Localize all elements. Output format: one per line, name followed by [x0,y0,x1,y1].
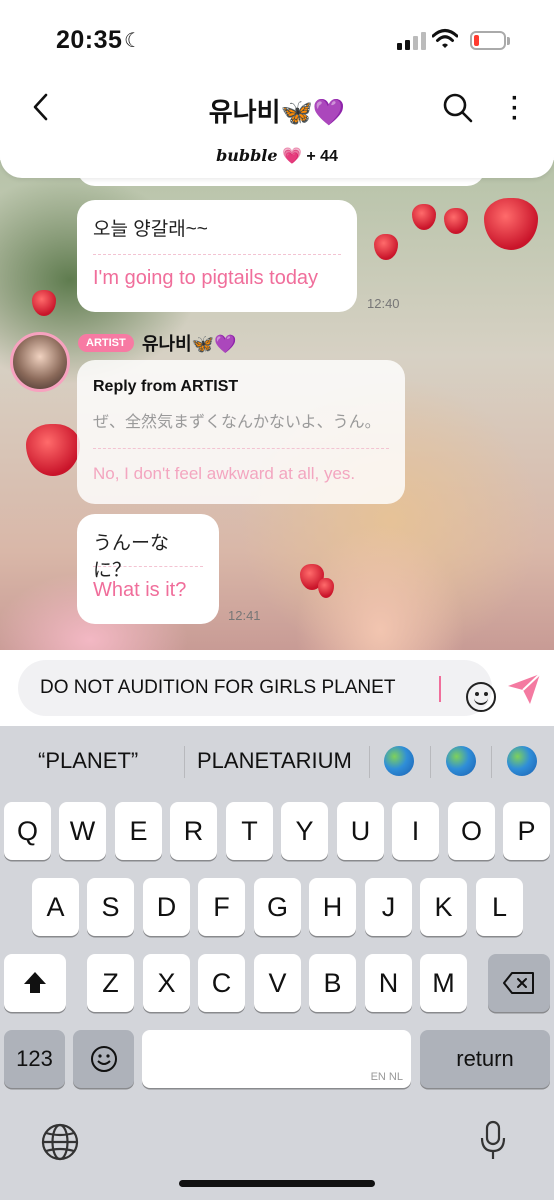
key[interactable]: M [420,954,467,1012]
key[interactable]: Y [281,802,328,860]
status-bar: 20:35 ☾ [0,0,554,82]
message-timestamp: 12:40 [367,296,400,311]
text-caret [439,676,441,702]
subscriber-count: + 44 [306,148,338,165]
shift-key[interactable] [4,954,66,1012]
space-language-hint: EN NL [370,1071,403,1083]
message-input-text[interactable]: DO NOT AUDITION FOR GIRLS PLANET [40,677,395,699]
key[interactable]: E [115,802,162,860]
backspace-icon [503,972,534,994]
cellular-signal-icon [397,32,426,50]
key[interactable]: F [198,878,245,936]
globe-emoji-suggestion[interactable] [446,746,476,776]
space-key[interactable]: EN NL [142,1030,411,1088]
key[interactable]: H [309,878,356,936]
numbers-key[interactable]: 123 [4,1030,65,1088]
key[interactable]: D [143,878,190,936]
search-icon[interactable] [442,92,474,124]
artist-avatar[interactable] [10,332,70,392]
strawberry-decoration [484,198,538,250]
reply-bubble[interactable]: Reply from ARTIST ぜ、全然気まずくなんかないよ、うん。 No,… [77,360,405,504]
key[interactable]: V [254,954,301,1012]
key[interactable]: W [59,802,106,860]
subscriber-info: bubble 💗 + 44 [0,146,554,166]
suggestion-item[interactable]: PLANETARIUM [197,748,352,774]
globe-emoji-suggestion[interactable] [507,746,537,776]
key[interactable]: J [365,878,412,936]
message-input[interactable]: DO NOT AUDITION FOR GIRLS PLANET [18,660,496,716]
heart-icon: 💗 [281,148,302,165]
more-vertical-icon[interactable]: · · · [505,87,525,131]
key[interactable]: Z [87,954,134,1012]
globe-icon[interactable] [40,1122,80,1162]
strawberry-decoration [374,234,398,260]
key[interactable]: S [87,878,134,936]
key[interactable]: A [32,878,79,936]
emoji-keyboard-key[interactable] [73,1030,134,1088]
suggestion-item[interactable]: “PLANET” [38,748,138,774]
strawberry-decoration [32,290,56,316]
emoji-icon[interactable] [466,682,496,712]
message-original-text: うんーなに？ [93,533,170,581]
return-key[interactable]: return [420,1030,550,1088]
key[interactable]: N [365,954,412,1012]
reply-header: Reply from ARTIST [93,378,239,395]
wifi-icon [432,29,458,48]
key[interactable]: R [170,802,217,860]
key[interactable]: Q [4,802,51,860]
strawberry-decoration [412,204,436,230]
key[interactable]: P [503,802,550,860]
keyboard: “PLANET” PLANETARIUM Q W E R T Y U I O P… [0,726,554,1200]
reply-translation-text: No, I don't feel awkward at all, yes. [93,464,356,483]
key[interactable]: U [337,802,384,860]
emoji-keyboard-icon [90,1046,117,1072]
key[interactable]: T [226,802,273,860]
globe-emoji-suggestion[interactable] [384,746,414,776]
strawberry-decoration [26,424,80,476]
reply-original-text: ぜ、全然気まずくなんかないよ、うん。 [93,414,381,431]
message-bubble[interactable]: うんーなに？ What is it? [77,514,219,624]
key[interactable]: G [254,878,301,936]
message-bubble[interactable]: 오늘 양갈래~~ I'm going to pigtails today [77,200,357,312]
key[interactable]: I [392,802,439,860]
message-input-bar: DO NOT AUDITION FOR GIRLS PLANET [0,650,554,726]
chat-header: 유나비🦋💜 · · · bubble 💗 + 44 [0,82,554,178]
key[interactable]: B [309,954,356,1012]
chat-area[interactable]: 오늘 양갈래~~ I'm going to pigtails today 12:… [0,160,554,650]
artist-name: 유나비🦋💜 [142,334,237,354]
home-indicator [179,1180,375,1187]
message-translation-text: I'm going to pigtails today [93,267,319,289]
key[interactable]: X [143,954,190,1012]
key[interactable]: O [448,802,495,860]
microphone-icon[interactable] [478,1120,508,1162]
status-time: 20:35 [56,26,123,54]
strawberry-decoration [444,208,468,234]
strawberry-decoration [318,578,334,598]
bubble-brand: bubble [216,146,278,165]
suggestion-bar: “PLANET” PLANETARIUM [0,726,554,798]
artist-badge: ARTIST [78,334,134,352]
key[interactable]: C [198,954,245,1012]
focus-moon-icon: ☾ [124,30,142,52]
send-icon[interactable] [506,670,542,706]
key[interactable]: K [420,878,467,936]
shift-icon [24,972,46,993]
message-timestamp: 12:41 [228,608,261,623]
key[interactable]: L [476,878,523,936]
message-original-text: 오늘 양갈래~~ [93,219,208,240]
backspace-key[interactable] [488,954,550,1012]
battery-icon [470,31,510,50]
